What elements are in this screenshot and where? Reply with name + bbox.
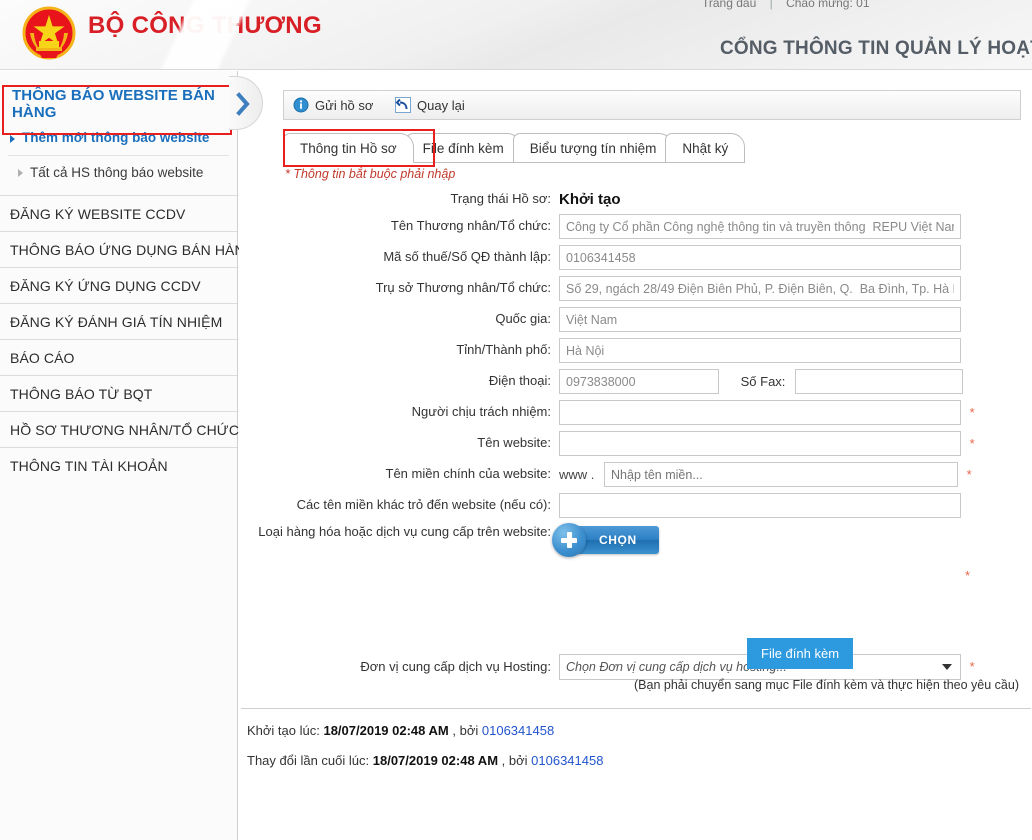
address-input[interactable] bbox=[559, 276, 961, 301]
modified-timestamp: 18/07/2019 02:48 AM bbox=[372, 753, 499, 768]
modified-by-user[interactable]: 0106341458 bbox=[531, 753, 603, 768]
form-row-hosting: Đơn vị cung cấp dịch vụ Hosting: Chọn Đơ… bbox=[239, 654, 1032, 680]
tab-bieu-tuong-tin-nhiem[interactable]: Biểu tượng tín nhiệm bbox=[512, 133, 674, 163]
domain-input[interactable] bbox=[604, 462, 959, 487]
sidebar-item-dang-ky-website-ccdv[interactable]: ĐĂNG KÝ WEBSITE CCDV bbox=[0, 195, 237, 231]
sidebar-item-thong-tin-tai-khoan[interactable]: THÔNG TIN TÀI KHOẢN bbox=[0, 447, 237, 483]
responsible-input[interactable] bbox=[559, 400, 961, 425]
sidebar-menu-list: ĐĂNG KÝ WEBSITE CCDV THÔNG BÁO ỨNG DỤNG … bbox=[0, 195, 256, 483]
created-by-label: , bởi bbox=[452, 723, 479, 738]
form-row-website-name: Tên website: * bbox=[239, 431, 1032, 456]
form-row-domain: Tên miền chính của website: www . * bbox=[239, 462, 1032, 487]
modified-meta-row: Thay đổi lần cuối lúc: 18/07/2019 02:48 … bbox=[247, 753, 603, 768]
address-label: Trụ sở Thương nhân/Tổ chức: bbox=[375, 280, 551, 296]
tab-nhat-ky[interactable]: Nhật ký bbox=[665, 133, 746, 163]
brand-title: BỘ CÔNG THƯƠNG bbox=[88, 12, 322, 39]
other-domains-input[interactable] bbox=[559, 493, 961, 518]
sidebar-item-thong-bao-tu-bqt[interactable]: THÔNG BÁO TỪ BQT bbox=[0, 375, 237, 411]
footer-divider bbox=[241, 708, 1031, 709]
form-row-goods: Loại hàng hóa hoặc dịch vụ cung cấp trên… bbox=[239, 523, 1032, 557]
topnav-separator: | bbox=[769, 0, 773, 10]
phone-label: Điện thoại: bbox=[488, 373, 551, 389]
form-row-other-domains: Các tên miền khác trỏ đến website (nếu c… bbox=[239, 493, 1032, 518]
sidebar-section-title: THÔNG BÁO WEBSITE BÁN HÀNG bbox=[12, 87, 215, 121]
form-row-phone-fax: Điện thoại: Số Fax: bbox=[239, 369, 1032, 394]
required-fields-note: * Thông tin bắt buộc phải nhập bbox=[285, 167, 456, 181]
undo-arrow-icon bbox=[395, 97, 412, 113]
submit-dossier-label: Gửi hồ sơ bbox=[315, 97, 374, 113]
back-button[interactable]: Quay lại bbox=[386, 91, 474, 119]
file-attachment-button[interactable]: File đính kèm bbox=[747, 638, 854, 669]
home-link[interactable]: Trang đầu bbox=[702, 0, 756, 10]
vietnam-national-emblem-icon bbox=[18, 3, 80, 65]
info-circle-icon bbox=[293, 97, 309, 113]
sidebar-item-bao-cao[interactable]: BÁO CÁO bbox=[0, 339, 237, 375]
form-row-address: Trụ sở Thương nhân/Tổ chức: bbox=[239, 276, 1032, 301]
sidebar-item-dang-ky-danh-gia-tin-nhiem[interactable]: ĐĂNG KÝ ĐÁNH GIÁ TÍN NHIỆM bbox=[0, 303, 237, 339]
country-input[interactable] bbox=[559, 307, 961, 332]
tax-code-input[interactable] bbox=[559, 245, 961, 270]
form-row-tax-code: Mã số thuế/Số QĐ thành lập: bbox=[239, 245, 1032, 270]
choose-goods-button[interactable]: CHỌN bbox=[552, 523, 659, 557]
required-marker: * bbox=[969, 435, 975, 451]
tab-file-dinh-kem[interactable]: File đính kèm bbox=[405, 133, 521, 163]
tab-bar: Thông tin Hồ sơ File đính kèm Biểu tượng… bbox=[283, 133, 746, 163]
domain-label: Tên miền chính của website: bbox=[385, 466, 551, 482]
status-label: Trạng thái Hồ sơ: bbox=[450, 191, 551, 207]
website-name-input[interactable] bbox=[559, 431, 961, 456]
greeting-text: Chào mừng: 01 bbox=[786, 0, 870, 10]
form-row-country: Quốc gia: bbox=[239, 307, 1032, 332]
portal-title: CỔNG THÔNG TIN QUẢN LÝ HOẠT bbox=[719, 38, 1032, 59]
created-label: Khởi tạo lúc: bbox=[247, 723, 320, 738]
tab-thong-tin-ho-so[interactable]: Thông tin Hồ sơ bbox=[283, 133, 414, 163]
merchant-name-label: Tên Thương nhân/Tổ chức: bbox=[390, 218, 551, 234]
province-label: Tỉnh/Thành phố: bbox=[456, 342, 551, 358]
created-meta-row: Khởi tạo lúc: 18/07/2019 02:48 AM , bởi … bbox=[247, 723, 554, 738]
submit-dossier-button[interactable]: Gửi hồ sơ bbox=[284, 91, 382, 119]
domain-prefix: www . bbox=[559, 466, 595, 482]
phone-input[interactable] bbox=[559, 369, 719, 394]
choose-goods-label: CHỌN bbox=[599, 533, 637, 547]
tax-code-label: Mã số thuế/Số QĐ thành lập: bbox=[383, 249, 551, 265]
modified-label: Thay đổi lần cuối lúc: bbox=[247, 753, 370, 768]
form-row-responsible: Người chịu trách nhiệm: * bbox=[239, 400, 1032, 425]
form-row-province: Tỉnh/Thành phố: bbox=[239, 338, 1032, 363]
hosting-label: Đơn vị cung cấp dịch vụ Hosting: bbox=[360, 658, 551, 674]
status-value: Khởi tạo bbox=[559, 191, 621, 208]
required-marker: * bbox=[965, 567, 971, 583]
top-navigation: Trang đầu | Chào mừng: 01 bbox=[702, 0, 1032, 14]
sidebar: THÔNG BÁO WEBSITE BÁN HÀNG Thêm mới thôn… bbox=[0, 71, 256, 840]
country-label: Quốc gia: bbox=[495, 311, 551, 327]
created-timestamp: 18/07/2019 02:48 AM bbox=[323, 723, 449, 738]
action-toolbar: Gửi hồ sơ Quay lại bbox=[283, 90, 1021, 120]
site-header: BỘ CÔNG THƯƠNG Trang đầu | Chào mừng: 01… bbox=[0, 0, 1032, 70]
attachment-note: (Bạn phải chuyển sang mục File đính kèm … bbox=[634, 678, 1019, 692]
responsible-label: Người chịu trách nhiệm: bbox=[411, 404, 551, 420]
merchant-name-input[interactable] bbox=[559, 214, 961, 239]
form-row-merchant-name: Tên Thương nhân/Tổ chức: bbox=[239, 214, 1032, 239]
back-label: Quay lại bbox=[417, 97, 465, 113]
website-name-label: Tên website: bbox=[477, 435, 551, 451]
fax-input[interactable] bbox=[795, 369, 964, 394]
required-marker: * bbox=[966, 466, 972, 482]
modified-by-label: , bởi bbox=[501, 753, 528, 768]
goods-label: Loại hàng hóa hoặc dịch vụ cung cấp trên… bbox=[258, 524, 551, 539]
plus-circle-icon bbox=[552, 523, 586, 557]
required-marker: * bbox=[969, 404, 975, 420]
other-domains-label: Các tên miền khác trỏ đến website (nếu c… bbox=[296, 497, 551, 513]
fax-label: Số Fax: bbox=[740, 373, 786, 389]
main-content: Gửi hồ sơ Quay lại Thông tin Hồ sơ File … bbox=[239, 71, 1032, 840]
province-input[interactable] bbox=[559, 338, 961, 363]
sidebar-item-ho-so-thuong-nhan-to-chuc[interactable]: HỒ SƠ THƯƠNG NHÂN/TỔ CHỨC bbox=[0, 411, 239, 447]
sidebar-item-them-moi-thong-bao-website[interactable]: Thêm mới thông báo website bbox=[0, 125, 237, 153]
form-row-goods-required: * bbox=[239, 560, 1032, 590]
required-marker: * bbox=[969, 659, 975, 674]
created-by-user[interactable]: 0106341458 bbox=[482, 723, 554, 738]
sidebar-item-thong-bao-ung-dung-ban-hang[interactable]: THÔNG BÁO ỨNG DỤNG BÁN HÀNG bbox=[0, 231, 256, 267]
sidebar-item-tat-ca-hs-thong-bao-website[interactable]: Tất cả HS thông báo website bbox=[8, 155, 229, 189]
dossier-form: Trạng thái Hồ sơ: Khởi tạo Tên Thương nh… bbox=[239, 191, 1032, 686]
form-row-status: Trạng thái Hồ sơ: Khởi tạo bbox=[239, 191, 1032, 208]
sidebar-item-dang-ky-ung-dung-ccdv[interactable]: ĐĂNG KÝ ỨNG DỤNG CCDV bbox=[0, 267, 237, 303]
